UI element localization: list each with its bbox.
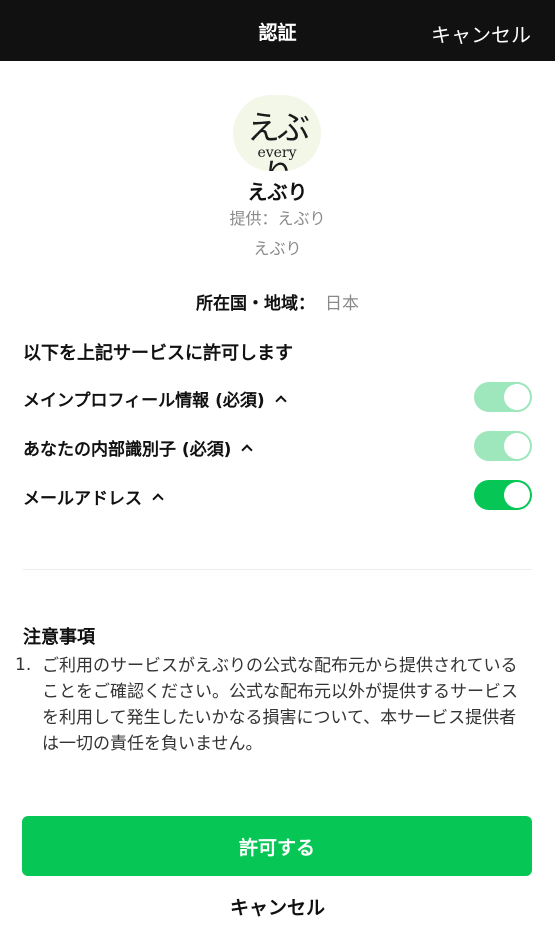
permission-row-identifier: あなたの内部識別子 (必須) (23, 431, 532, 463)
notes-heading: 注意事項 (23, 627, 95, 648)
permission-label-text: メールアドレス (23, 489, 142, 509)
permission-toggle-profile[interactable] (474, 382, 532, 412)
permission-toggle-identifier[interactable] (474, 431, 532, 461)
region-label: 所在国・地域： (196, 294, 315, 314)
permission-label-text: メインプロフィール情報 (必須) (23, 391, 265, 411)
toggle-knob (504, 433, 530, 459)
chevron-up-icon (274, 395, 287, 407)
permission-label-identifier[interactable]: あなたの内部識別子 (必須) (23, 435, 254, 460)
app-logo: えぶり every (233, 95, 321, 171)
permission-row-email: メールアドレス (23, 480, 532, 512)
app-logo-subtext: every (257, 145, 297, 161)
header-bar: 認証 キャンセル (0, 0, 555, 61)
permission-label-email[interactable]: メールアドレス (23, 484, 164, 509)
cancel-button[interactable]: キャンセル (0, 893, 555, 920)
toggle-knob (504, 384, 530, 410)
region-info: 所在国・地域： 日本 (0, 289, 555, 314)
notes-item-text: ご利用のサービスがえぶりの公式な配布元から提供されていることをご確認ください。公… (42, 656, 518, 754)
app-provider: 提供：えぶり (229, 209, 326, 228)
chevron-up-icon (152, 493, 164, 505)
auth-page: 認証 キャンセル えぶり every えぶり 提供：えぶり えぶり 所在国・地域… (0, 0, 555, 943)
permission-label-profile[interactable]: メインプロフィール情報 (必須) (23, 386, 287, 411)
app-description: えぶり (253, 239, 302, 258)
allow-button[interactable]: 許可する (22, 816, 532, 876)
permission-label-text: あなたの内部識別子 (必須) (23, 440, 232, 460)
permission-row-profile: メインプロフィール情報 (必須) (23, 382, 532, 414)
region-value: 日本 (325, 294, 359, 314)
header-cancel-button[interactable]: キャンセル (431, 0, 531, 61)
toggle-knob (504, 482, 530, 508)
permission-toggle-email[interactable] (474, 480, 532, 510)
app-name: えぶり (247, 180, 308, 204)
section-divider (23, 569, 532, 570)
permissions-heading: 以下を上記サービスに許可します (23, 343, 293, 364)
chevron-up-icon (241, 444, 254, 456)
notes-item-number: 1. (15, 655, 32, 675)
